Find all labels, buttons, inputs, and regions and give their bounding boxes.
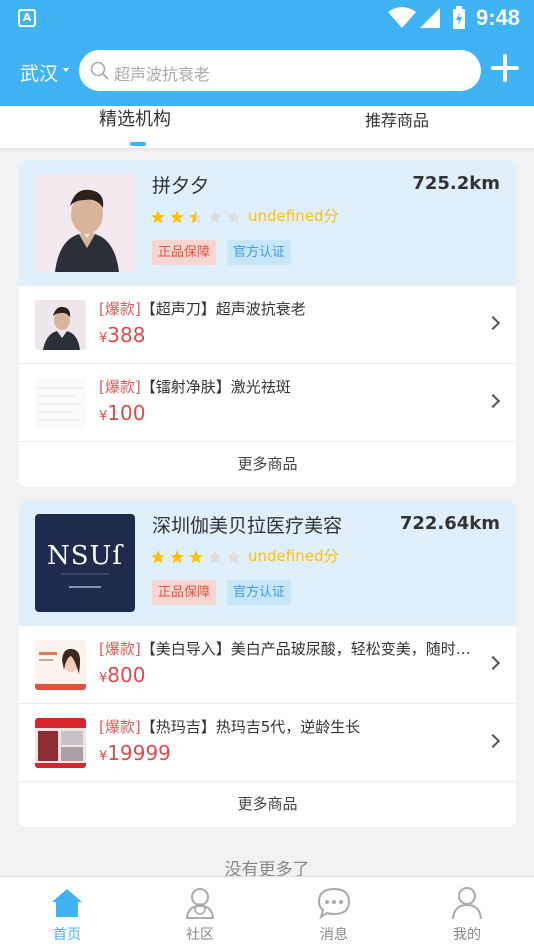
product-price: ¥800 <box>99 663 146 687</box>
star-full-icon <box>151 209 165 223</box>
clock: 9:48 <box>476 5 521 30</box>
store-distance: 725.2km <box>412 173 500 194</box>
tab-indicator <box>130 142 146 146</box>
store-name: 拼夕夕 <box>152 175 210 197</box>
nav-messages[interactable]: 消息 <box>294 877 374 950</box>
star-full-icon <box>170 549 184 563</box>
product-item[interactable]: [爆款]【镭射净肤】激光祛斑 ¥100 <box>19 364 516 442</box>
official-certified-badge: 官方认证 <box>227 580 292 605</box>
store-logo: NSUſ <box>35 514 135 612</box>
more-products-button[interactable]: 更多商品 <box>19 782 516 827</box>
search-bar[interactable]: 超声波抗衰老 <box>79 50 481 91</box>
logo-wordmark: NSUſ <box>47 541 124 571</box>
battery-icon <box>453 6 465 29</box>
store-header[interactable]: NSUſ 深圳伽美贝拉医疗美容 722.64km undefined分 正品保障… <box>19 500 516 626</box>
city-selector[interactable]: 武汉 <box>20 59 58 86</box>
product-item[interactable]: [爆款]【超声刀】超声波抗衰老 ¥388 <box>19 286 516 364</box>
store-distance: 722.64km <box>399 513 500 534</box>
product-price: ¥19999 <box>99 741 171 765</box>
star-empty-icon <box>208 209 222 223</box>
product-item[interactable]: [爆款]【美白导入】美白产品玻尿酸，轻松变美，随时随地 ¥800 <box>19 626 516 704</box>
chevron-right-icon <box>485 393 501 409</box>
nav-home[interactable]: 首页 <box>27 877 107 950</box>
profile-icon <box>452 887 482 920</box>
tab-featured-institutions[interactable]: 精选机构 <box>99 105 171 131</box>
star-empty-icon <box>208 549 222 563</box>
hot-tag: [爆款] <box>99 640 141 658</box>
message-icon <box>317 887 351 920</box>
nav-community[interactable]: 社区 <box>160 877 240 950</box>
product-price: ¥100 <box>99 401 146 425</box>
tab-bar: 精选机构 推荐商品 <box>0 106 534 148</box>
hot-tag: [爆款] <box>99 718 141 736</box>
product-image <box>35 300 86 350</box>
nav-profile[interactable]: 我的 <box>427 877 507 950</box>
hot-tag: [爆款] <box>99 378 141 396</box>
star-half-icon <box>189 209 203 223</box>
city-caret-icon <box>63 68 69 72</box>
community-icon <box>185 888 215 919</box>
hot-tag: [爆款] <box>99 300 141 318</box>
store-score: undefined分 <box>248 547 339 565</box>
star-full-icon <box>170 209 184 223</box>
product-image <box>35 640 86 690</box>
home-icon <box>52 889 82 917</box>
store-score: undefined分 <box>248 207 339 225</box>
store-image <box>35 174 135 272</box>
star-empty-icon <box>227 549 241 563</box>
product-item[interactable]: [爆款]【热玛吉】热玛吉5代，逆龄生长 ¥19999 <box>19 704 516 782</box>
store-card: 拼夕夕 725.2km undefined分 正品保障 官方认证 [爆款]【超声… <box>19 160 516 487</box>
product-image <box>35 718 86 768</box>
rating-stars <box>150 206 245 224</box>
add-button[interactable] <box>491 54 519 82</box>
top-header: 武汉 超声波抗衰老 <box>0 38 534 106</box>
wifi-icon <box>388 7 416 28</box>
product-title: [爆款]【美白导入】美白产品玻尿酸，轻松变美，随时随地 <box>99 640 484 658</box>
chevron-right-icon <box>485 315 501 331</box>
star-full-icon <box>151 549 165 563</box>
star-full-icon <box>189 549 203 563</box>
product-title: [爆款]【镭射净肤】激光祛斑 <box>99 378 291 396</box>
search-placeholder: 超声波抗衰老 <box>114 65 211 84</box>
genuine-guarantee-badge: 正品保障 <box>152 240 217 265</box>
store-name: 深圳伽美贝拉医疗美容 <box>152 515 343 537</box>
more-products-button[interactable]: 更多商品 <box>19 442 516 487</box>
app-notification-icon: A <box>18 9 36 27</box>
rating-stars <box>150 546 245 564</box>
product-image <box>35 378 86 428</box>
store-header[interactable]: 拼夕夕 725.2km undefined分 正品保障 官方认证 <box>19 160 516 286</box>
signal-icon <box>420 8 440 28</box>
store-card: NSUſ 深圳伽美贝拉医疗美容 722.64km undefined分 正品保障… <box>19 500 516 827</box>
search-icon <box>90 61 109 80</box>
bottom-nav: 首页 社区 消息 我的 <box>0 876 534 950</box>
product-title: [爆款]【超声刀】超声波抗衰老 <box>99 300 306 318</box>
star-empty-icon <box>227 209 241 223</box>
chevron-right-icon <box>485 655 501 671</box>
product-title: [爆款]【热玛吉】热玛吉5代，逆龄生长 <box>99 718 361 736</box>
chevron-right-icon <box>485 733 501 749</box>
product-price: ¥388 <box>99 323 146 347</box>
official-certified-badge: 官方认证 <box>227 240 292 265</box>
genuine-guarantee-badge: 正品保障 <box>152 580 217 605</box>
status-bar: A 9:48 <box>0 0 534 38</box>
tab-recommended-products[interactable]: 推荐商品 <box>365 107 429 131</box>
